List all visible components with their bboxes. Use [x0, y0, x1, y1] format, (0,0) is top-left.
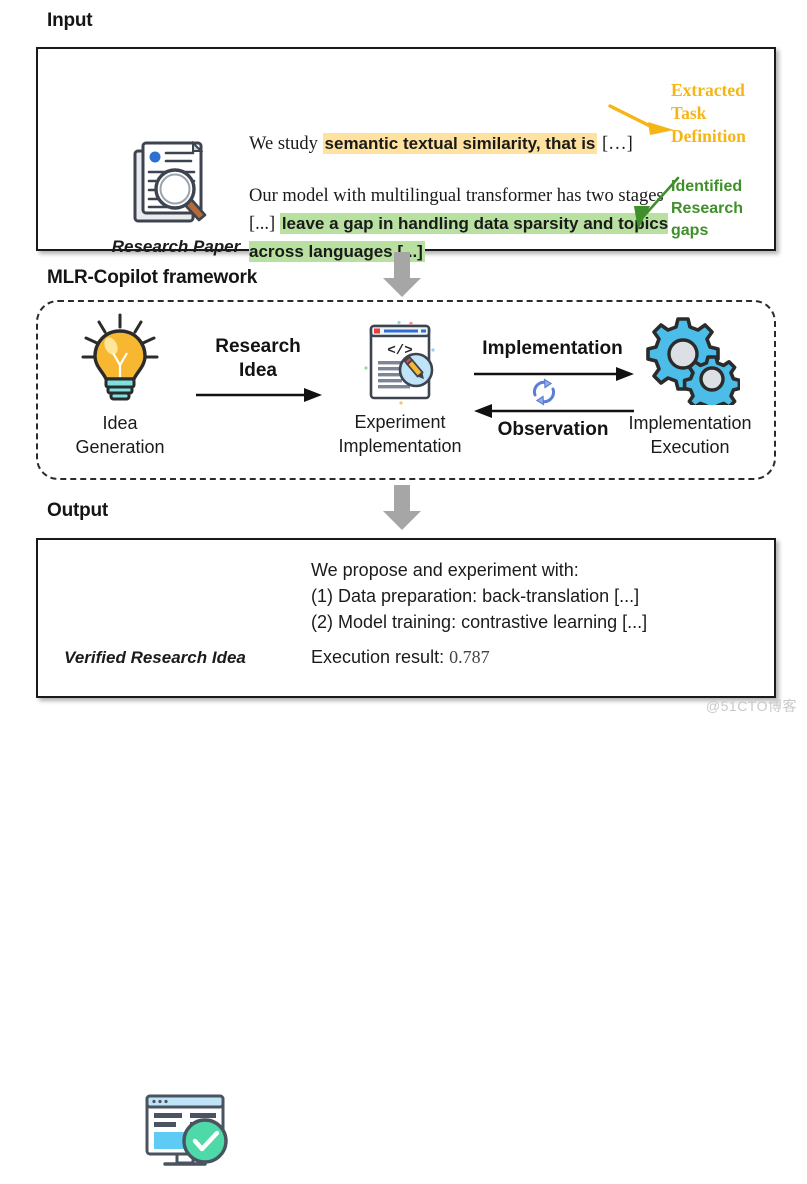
- gears-icon: [646, 317, 740, 405]
- annotation-identified-research-gaps: Identified Research gaps: [671, 178, 744, 239]
- refresh-loop-icon: [532, 378, 556, 406]
- execution-result-value: 0.787: [449, 647, 490, 667]
- output-line: We propose and experiment with:: [311, 560, 579, 580]
- flow-label-research-idea: Research Idea: [215, 336, 301, 381]
- lightbulb-icon: [81, 313, 159, 401]
- para1-highlight: semantic textual similarity, that is: [322, 133, 598, 154]
- flow-arrow-right-icon: [196, 388, 322, 402]
- output-proposal-lines: We propose and experiment with: (1) Data…: [311, 557, 647, 635]
- page-title-framework: MLR-Copilot framework: [47, 267, 258, 288]
- input-paragraph-2: Our model with multilingual transformer …: [249, 183, 679, 266]
- flow-arrow-left-icon: [474, 404, 634, 418]
- page-title-output: Output: [47, 500, 109, 521]
- execution-result: Execution result: 0.787: [311, 647, 490, 668]
- annotation-extracted-task-definition: Extracted Task Definition: [671, 80, 746, 146]
- verified-research-idea-icon: [145, 1094, 228, 1166]
- green-arrow-down-left-icon: [634, 176, 680, 230]
- research-paper-icon: [133, 140, 207, 223]
- framework-node-idea-generation: Idea Generation: [40, 313, 200, 459]
- watermark: @51CTO博客: [705, 698, 797, 714]
- flow-label-observation: Observation: [497, 419, 609, 440]
- code-document-pencil-icon: </>: [364, 320, 435, 405]
- yellow-arrow-right-icon: [608, 104, 674, 135]
- framework-node-label: Idea Generation: [75, 413, 165, 457]
- para1-prefix: We study: [249, 134, 323, 154]
- page-title-input: Input: [47, 10, 93, 31]
- output-line: (2) Model training: contrastive learning…: [311, 612, 648, 632]
- execution-result-label: Execution result:: [311, 647, 450, 667]
- output-line: (1) Data preparation: back-translation […: [311, 586, 640, 606]
- flow-down-arrow-icon: [383, 252, 421, 297]
- paper-caption: Research Paper: [111, 237, 241, 256]
- flow-label-implementation: Implementation: [482, 338, 623, 359]
- input-paragraph-1: We study semantic textual similarity, th…: [249, 131, 633, 157]
- flow-down-arrow-icon-2: [383, 485, 421, 530]
- verified-research-idea-caption: Verified Research Idea: [64, 648, 246, 667]
- para2-highlight: leave a gap in handling data sparsity an…: [249, 213, 669, 262]
